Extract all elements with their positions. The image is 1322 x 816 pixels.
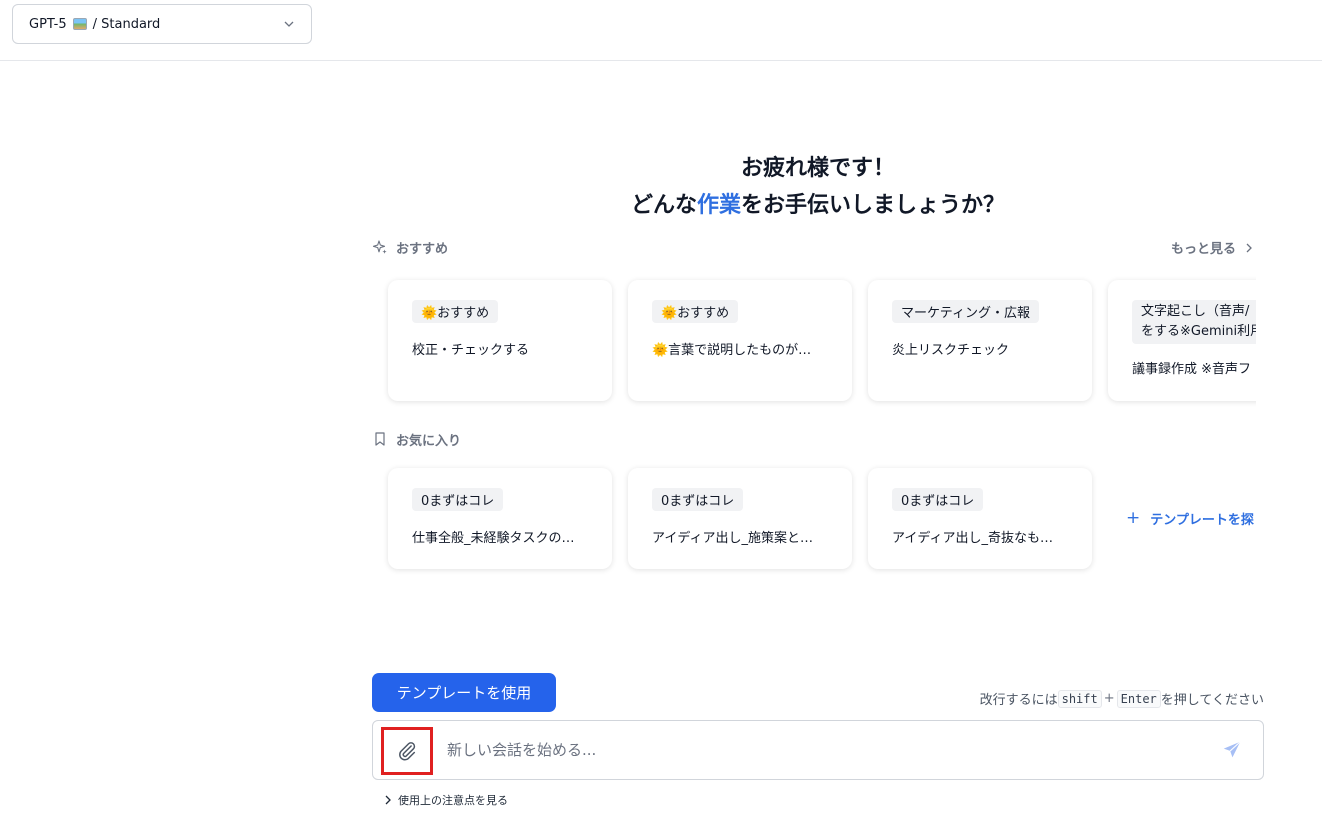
add-template-label: テンプレートを探 — [1150, 512, 1254, 528]
enter-key: Enter — [1116, 689, 1161, 708]
shift-key: shift — [1057, 689, 1102, 708]
greeting-line-1: お疲れ様です！ — [740, 156, 895, 181]
chevron-right-icon — [385, 795, 391, 805]
newline-hint: 改行するには shift + Enter を押してください — [980, 689, 1264, 708]
recommended-card[interactable]: 🌞おすすめ 🌞言葉で説明したものが… — [628, 280, 852, 401]
attach-file-button[interactable] — [381, 727, 433, 775]
message-composer — [372, 720, 1264, 780]
card-title: アイディア出し_奇抜なも… — [892, 531, 1053, 546]
greeting-accent: 作業 — [696, 193, 741, 218]
bookmark-icon — [375, 432, 385, 446]
hint-text-after: を押してください — [1160, 693, 1264, 708]
card-title: 🌞言葉で説明したものが… — [652, 343, 812, 358]
card-badge: 0まずはコレ — [652, 488, 744, 511]
more-link[interactable]: もっと見る — [1171, 238, 1262, 257]
use-template-button[interactable]: テンプレートを使用 — [372, 673, 556, 712]
greeting-text-before: どんな — [630, 193, 697, 218]
card-badge-line-2: をする※Gemini利用 — [1141, 324, 1256, 339]
paperclip-icon — [399, 742, 416, 761]
card-title: 炎上リスクチェック — [892, 343, 1010, 358]
recommended-heading-label: おすすめ — [396, 241, 449, 257]
favorite-card[interactable]: 0まずはコレ アイディア出し_施策案と… — [628, 468, 852, 569]
more-link-label: もっと見る — [1170, 242, 1236, 257]
greeting-line-2: どんな作業をお手伝いしましょうか？ — [372, 187, 1264, 219]
message-input[interactable] — [447, 735, 1187, 765]
card-badge: 🌞おすすめ — [412, 300, 499, 323]
favorites-heading-label: お気に入り — [396, 433, 462, 449]
model-name: GPT-5 — [29, 16, 67, 32]
model-selector[interactable]: GPT-5 / Standard — [12, 4, 312, 44]
recommended-card[interactable]: マーケティング・広報 炎上リスクチェック — [868, 280, 1092, 401]
recommended-cards: 🌞おすすめ 校正・チェックする 🌞おすすめ 🌞言葉で説明したものが… マーケティ… — [372, 264, 1256, 414]
usage-notes-label: 使用上の注意点を見る — [398, 794, 508, 807]
card-title: 仕事全般_未経験タスクの… — [412, 531, 575, 546]
card-badge: 文字起こし（音声/をする※Gemini利用 — [1132, 300, 1256, 344]
top-bar: GPT-5 / Standard — [0, 0, 1322, 61]
card-badge: 0まずはコレ — [412, 488, 504, 511]
recommended-card[interactable]: 文字起こし（音声/をする※Gemini利用 議事録作成 ※音声フ — [1108, 280, 1256, 401]
card-title: 議事録作成 ※音声フ — [1132, 362, 1252, 377]
recommended-card[interactable]: 🌞おすすめ 校正・チェックする — [388, 280, 612, 401]
recommended-heading: おすすめ もっと見る — [372, 237, 1262, 257]
send-button[interactable] — [1221, 739, 1245, 763]
model-suffix: / Standard — [92, 16, 161, 32]
chevron-right-icon — [1246, 243, 1252, 252]
favorites-cards: 0まずはコレ 仕事全般_未経験タスクの… 0まずはコレ アイディア出し_施策案と… — [372, 452, 1256, 582]
card-title: アイディア出し_施策案と… — [652, 531, 813, 546]
usage-notes-link[interactable]: 使用上の注意点を見る — [384, 792, 508, 808]
plus-icon: + — [1126, 508, 1141, 528]
favorite-card[interactable]: 0まずはコレ 仕事全般_未経験タスクの… — [388, 468, 612, 569]
card-badge: 0まずはコレ — [892, 488, 984, 511]
hint-plus: + — [1103, 691, 1115, 706]
favorites-heading: お気に入り — [372, 429, 1262, 449]
chevron-down-icon — [284, 21, 294, 27]
card-badge-line-1: 文字起こし（音声/ — [1141, 304, 1250, 319]
favorite-card[interactable]: 0まずはコレ アイディア出し_奇抜なも… — [868, 468, 1092, 569]
framed-picture-icon — [72, 18, 87, 30]
sparkle-icon — [372, 240, 387, 254]
card-title: 校正・チェックする — [412, 343, 530, 358]
card-badge: 🌞おすすめ — [652, 300, 739, 323]
greeting-text-after: をお手伝いしましょうか？ — [741, 193, 1006, 218]
send-icon — [1223, 741, 1241, 758]
card-badge: マーケティング・広報 — [892, 300, 1039, 323]
hint-text-before: 改行するには — [979, 693, 1058, 708]
add-template-button[interactable]: + テンプレートを探 — [1126, 508, 1254, 528]
